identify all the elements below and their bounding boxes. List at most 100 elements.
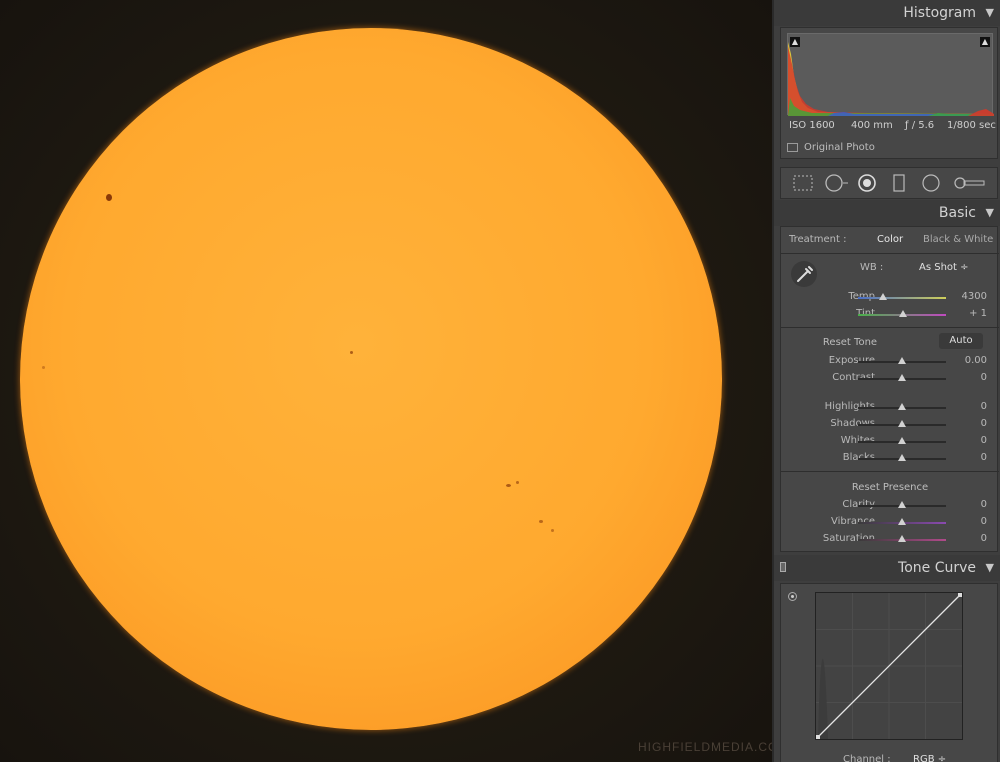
- spot-removal-icon[interactable]: [824, 173, 848, 193]
- slider-track-exposure[interactable]: [858, 357, 946, 364]
- slider-thumb-blacks[interactable]: [898, 454, 906, 461]
- basic-panel: Treatment : Color Black & White WB : As …: [780, 226, 999, 552]
- slider-track-whites[interactable]: [858, 437, 946, 444]
- graduated-filter-icon[interactable]: [888, 173, 910, 193]
- shutter-readout: 1/800 sec: [947, 120, 996, 131]
- slider-value-contrast[interactable]: 0: [981, 372, 987, 383]
- histogram-header[interactable]: Histogram ▼: [774, 0, 1000, 26]
- slider-row-tint: Tint+ 1: [781, 306, 999, 322]
- slider-value-exposure[interactable]: 0.00: [965, 355, 987, 366]
- original-photo-toggle[interactable]: Original Photo: [787, 142, 875, 153]
- tone-curve-header[interactable]: Tone Curve ▼: [774, 555, 1000, 581]
- tone-curve-panel: Channel : RGB ÷: [780, 583, 998, 762]
- slider-value-clarity[interactable]: 0: [981, 499, 987, 510]
- wb-label: WB :: [860, 262, 884, 273]
- slider-thumb-shadows[interactable]: [898, 420, 906, 427]
- slider-value-blacks[interactable]: 0: [981, 452, 987, 463]
- slider-row-clarity: Clarity0: [781, 497, 999, 513]
- reset-presence-button[interactable]: Reset Presence: [781, 482, 999, 493]
- slider-thumb-contrast[interactable]: [898, 374, 906, 381]
- slider-thumb-saturation[interactable]: [898, 535, 906, 542]
- slider-value-shadows[interactable]: 0: [981, 418, 987, 429]
- focal-length-readout: 400 mm: [851, 120, 893, 131]
- sunspot: [551, 529, 554, 532]
- radial-filter-icon[interactable]: [920, 173, 942, 193]
- slider-row-exposure: Exposure 0.00: [781, 353, 999, 369]
- basic-header[interactable]: Basic ▼: [774, 200, 1000, 226]
- treatment-label: Treatment :: [789, 234, 847, 245]
- slider-thumb-vibrance[interactable]: [898, 518, 906, 525]
- slider-row-shadows: Shadows 0: [781, 416, 999, 432]
- slider-track-temp[interactable]: [858, 293, 946, 300]
- slider-row-saturation: Saturation 0: [781, 531, 999, 547]
- sunspot: [506, 484, 511, 487]
- sunspot: [42, 366, 45, 369]
- checkbox-icon[interactable]: [787, 143, 798, 152]
- white-balance-eyedropper-icon[interactable]: [789, 259, 819, 289]
- slider-thumb-whites[interactable]: [898, 437, 906, 444]
- reset-tone-button[interactable]: Reset Tone: [741, 337, 959, 348]
- sun-image: [20, 28, 722, 730]
- crop-overlay-icon[interactable]: [792, 173, 814, 193]
- iso-readout: ISO 1600: [789, 120, 835, 131]
- slider-value-highlights[interactable]: 0: [981, 401, 987, 412]
- develop-right-panel: Histogram ▼ ▲ ▲ ISO 1600 400 mm ƒ / 5.6 …: [772, 0, 1000, 762]
- sunspot: [350, 351, 353, 354]
- panel-switch-icon[interactable]: [780, 562, 786, 572]
- slider-thumb-tint[interactable]: [898, 310, 907, 317]
- treatment-bw-option[interactable]: Black & White: [923, 234, 993, 245]
- slider-value-vibrance[interactable]: 0: [981, 516, 987, 527]
- histogram-curves: [788, 42, 994, 116]
- auto-tone-button[interactable]: Auto: [939, 333, 983, 349]
- divider: [781, 471, 999, 472]
- slider-thumb-highlights[interactable]: [898, 403, 906, 410]
- divider: [781, 253, 999, 254]
- adjustment-brush-icon[interactable]: [952, 173, 986, 193]
- treatment-color-option[interactable]: Color: [877, 234, 903, 245]
- sunspot: [516, 481, 519, 484]
- original-photo-label: Original Photo: [804, 142, 875, 153]
- histogram-panel: ▲ ▲ ISO 1600 400 mm ƒ / 5.6 1/800 sec Or…: [780, 27, 998, 159]
- slider-row-vibrance: Vibrance 0: [781, 514, 999, 530]
- targeted-adjustment-icon[interactable]: [788, 592, 797, 601]
- slider-track-tint[interactable]: [858, 310, 946, 317]
- aperture-readout: ƒ / 5.6: [905, 120, 935, 131]
- sunspot: [539, 520, 543, 523]
- slider-row-highlights: Highlights 0: [781, 399, 999, 415]
- slider-track-saturation[interactable]: [858, 535, 946, 542]
- tone-curve-graph[interactable]: [815, 592, 963, 740]
- sunspot: [106, 194, 112, 201]
- divider: [781, 327, 999, 328]
- histogram-title: Histogram: [903, 5, 976, 21]
- collapse-triangle-icon[interactable]: ▼: [986, 555, 994, 581]
- slider-track-contrast[interactable]: [858, 374, 946, 381]
- watermark: HIGHFIELDMEDIA.COM: [638, 740, 772, 754]
- channel-label: Channel :: [843, 754, 891, 762]
- slider-row-temp: Temp4300: [781, 289, 999, 305]
- collapse-triangle-icon[interactable]: ▼: [986, 0, 994, 26]
- collapse-triangle-icon[interactable]: ▼: [986, 200, 994, 226]
- channel-dropdown[interactable]: RGB ÷: [913, 754, 946, 762]
- slider-track-shadows[interactable]: [858, 420, 946, 427]
- wb-dropdown[interactable]: As Shot ÷: [919, 262, 969, 273]
- slider-value-saturation[interactable]: 0: [981, 533, 987, 544]
- histogram-graph[interactable]: ▲ ▲: [787, 33, 994, 116]
- slider-track-clarity[interactable]: [858, 501, 946, 508]
- tone-curve-title: Tone Curve: [898, 560, 976, 576]
- slider-value-temp[interactable]: 4300: [962, 291, 987, 302]
- slider-thumb-temp[interactable]: [878, 293, 887, 300]
- slider-value-tint[interactable]: + 1: [969, 308, 987, 319]
- slider-thumb-exposure[interactable]: [898, 357, 906, 364]
- basic-title: Basic: [938, 205, 976, 221]
- slider-thumb-clarity[interactable]: [898, 501, 906, 508]
- slider-value-whites[interactable]: 0: [981, 435, 987, 446]
- tool-strip: [780, 167, 998, 199]
- slider-track-blacks[interactable]: [858, 454, 946, 461]
- photo-preview[interactable]: HIGHFIELDMEDIA.COM: [0, 0, 772, 762]
- slider-track-vibrance[interactable]: [858, 518, 946, 525]
- slider-row-blacks: Blacks0: [781, 450, 999, 466]
- red-eye-icon[interactable]: [856, 173, 878, 193]
- tone-curve-line: [816, 593, 962, 739]
- slider-track-highlights[interactable]: [858, 403, 946, 410]
- slider-row-whites: Whites0: [781, 433, 999, 449]
